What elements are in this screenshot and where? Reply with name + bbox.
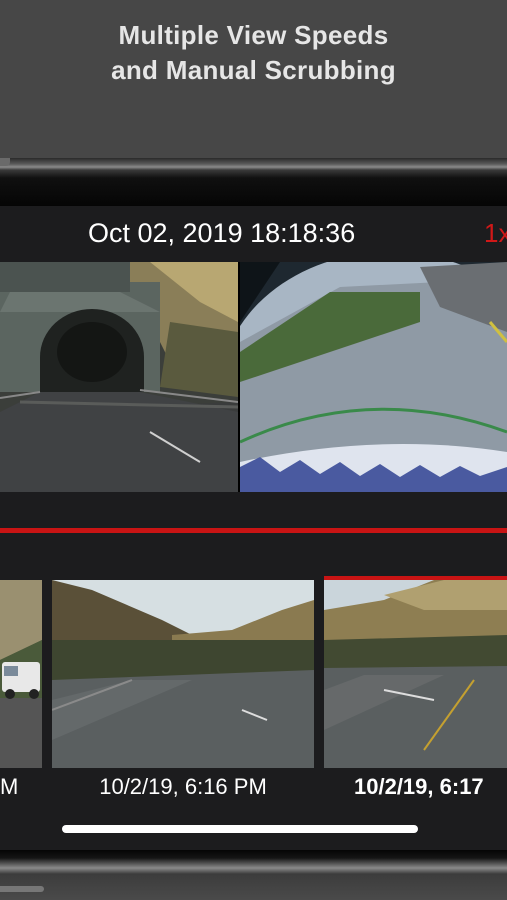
- timeline-clip[interactable]: [0, 580, 42, 768]
- home-indicator[interactable]: [62, 825, 418, 833]
- device-button: [0, 158, 10, 166]
- device-bezel-bottom: [0, 850, 507, 900]
- rear-camera-image: [240, 262, 507, 492]
- video-area[interactable]: [0, 262, 507, 492]
- device-bezel-top: [0, 158, 507, 206]
- device-button: [0, 886, 44, 892]
- clip-thumbnail: [324, 580, 507, 768]
- recording-timestamp: Oct 02, 2019 18:18:36: [88, 218, 356, 248]
- promo-title: Multiple View Speeds and Manual Scrubbin…: [0, 18, 507, 88]
- clip-thumbnail: [52, 580, 314, 768]
- playback-speed-button[interactable]: 1x: [484, 218, 507, 248]
- clip-time-label-current: 10/2/19, 6:17: [354, 774, 484, 799]
- timeline-playhead-bar[interactable]: [0, 528, 507, 533]
- player-screen: Oct 02, 2019 18:18:36 1x M 10/2/19, 6:16…: [0, 206, 507, 850]
- rear-camera-view[interactable]: [240, 262, 507, 492]
- front-camera-image: [0, 262, 238, 492]
- clip-thumbnail: [0, 580, 42, 768]
- player-header: Oct 02, 2019 18:18:36 1x: [0, 206, 507, 260]
- timeline-clip[interactable]: [52, 580, 314, 768]
- timeline-clip-current[interactable]: [324, 576, 507, 768]
- front-camera-view[interactable]: [0, 262, 238, 492]
- timeline-thumbnail-strip[interactable]: M 10/2/19, 6:16 PM 10/2/19, 6:17: [0, 576, 507, 799]
- clip-time-label: M: [0, 774, 19, 799]
- clip-time-label: 10/2/19, 6:16 PM: [99, 774, 267, 799]
- promo-title-line-1: Multiple View Speeds: [118, 20, 389, 50]
- promo-banner: Multiple View Speeds and Manual Scrubbin…: [0, 0, 507, 160]
- promo-title-line-2: and Manual Scrubbing: [111, 55, 396, 85]
